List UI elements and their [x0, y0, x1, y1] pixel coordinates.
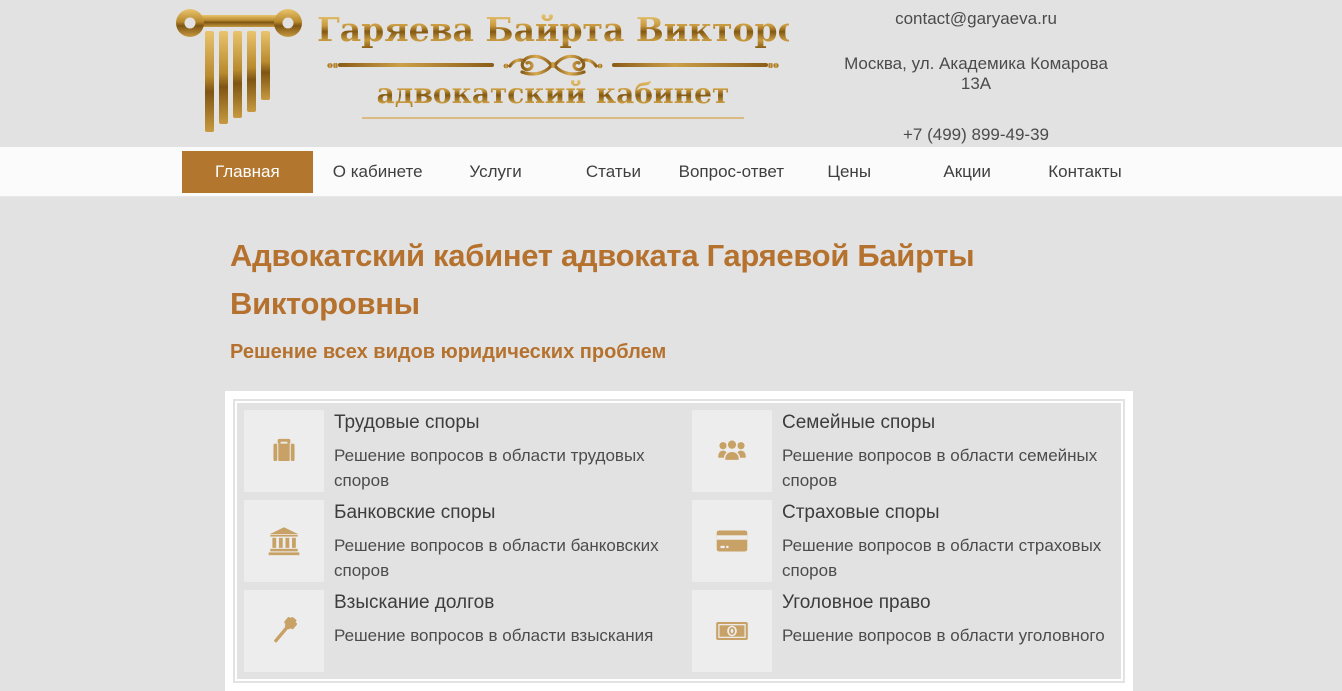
gavel-icon [265, 612, 303, 650]
service-description: Решение вопросов в области уголовного [782, 623, 1130, 648]
page-subtitle: Решение всех видов юридических проблем [230, 341, 1342, 364]
service-title: Взыскание долгов [334, 592, 682, 614]
briefcase-icon [265, 432, 303, 470]
nav-item-questions[interactable]: Вопрос-ответ [672, 162, 790, 182]
nav-item-about[interactable]: О кабинете [319, 162, 437, 182]
service-item-insurance-disputes[interactable]: Страховые споры Решение вопросов в облас… [692, 500, 1130, 583]
services-panel: Трудовые споры Решение вопросов в област… [225, 391, 1133, 691]
service-text: Банковские споры Решение вопросов в обла… [334, 500, 682, 583]
service-icon-tile [244, 410, 324, 492]
service-item-banking-disputes[interactable]: Банковские споры Решение вопросов в обла… [244, 500, 682, 583]
service-description: Решение вопросов в области трудовых спор… [334, 443, 682, 493]
service-title: Трудовые споры [334, 412, 682, 434]
logo-underline [362, 117, 744, 119]
service-title: Уголовное право [782, 592, 1130, 614]
main-navigation: Главная О кабинете Услуги Статьи Вопрос-… [0, 147, 1342, 197]
nav-item-promotions[interactable]: Акции [908, 162, 1026, 182]
service-icon-tile [692, 590, 772, 672]
flourish-ornament-icon [494, 50, 612, 80]
service-description: Решение вопросов в области банковских сп… [334, 533, 682, 583]
service-title: Семейные споры [782, 412, 1130, 434]
divider-end-cap-left [327, 61, 338, 70]
service-text: Взыскание долгов Решение вопросов в обла… [334, 590, 682, 672]
service-item-debt-collection[interactable]: Взыскание долгов Решение вопросов в обла… [244, 590, 682, 672]
nav-item-prices[interactable]: Цены [790, 162, 908, 182]
divider-line [338, 63, 494, 67]
service-item-labor-disputes[interactable]: Трудовые споры Решение вопросов в област… [244, 410, 682, 493]
service-icon-tile [692, 500, 772, 582]
service-icon-tile [244, 500, 324, 582]
users-icon [713, 432, 751, 470]
divider-line [612, 63, 768, 67]
credit-card-icon [713, 522, 751, 560]
nav-item-articles[interactable]: Статьи [555, 162, 673, 182]
nav-item-home[interactable]: Главная [182, 151, 313, 193]
service-description: Решение вопросов в области семейных спор… [782, 443, 1130, 493]
logo-subtitle: адвокатский кабинет [317, 77, 789, 110]
service-description: Решение вопросов в области взыскания [334, 623, 682, 648]
logo-text-block: Гаряева Байрта Викторовна [317, 4, 789, 136]
service-icon-tile [692, 410, 772, 492]
contact-address: Москва, ул. Академика Комарова 13А [830, 54, 1122, 94]
service-item-criminal-law[interactable]: Уголовное право Решение вопросов в облас… [692, 590, 1130, 672]
service-icon-tile [244, 590, 324, 672]
banknote-icon [713, 612, 751, 650]
service-title: Банковские споры [334, 502, 682, 524]
logo-title: Гаряева Байрта Викторовна [317, 12, 789, 48]
contact-email: contact@garyaeva.ru [830, 9, 1122, 29]
service-text: Семейные споры Решение вопросов в област… [782, 410, 1130, 493]
nav-item-services[interactable]: Услуги [437, 162, 555, 182]
column-logo-icon [175, 4, 303, 136]
site-logo[interactable]: Гаряева Байрта Викторовна [175, 4, 789, 136]
contact-phone: +7 (499) 899-49-39 [830, 125, 1122, 145]
service-text: Страховые споры Решение вопросов в облас… [782, 500, 1130, 583]
header: Гаряева Байрта Викторовна [0, 0, 1342, 147]
bank-icon [265, 522, 303, 560]
service-text: Уголовное право Решение вопросов в облас… [782, 590, 1130, 672]
main-content: Адвокатский кабинет адвоката Гаряевой Ба… [0, 232, 1342, 691]
nav-item-contacts[interactable]: Контакты [1026, 162, 1144, 182]
divider-end-cap-right [768, 61, 779, 70]
service-title: Страховые споры [782, 502, 1130, 524]
header-contacts: contact@garyaeva.ru Москва, ул. Академик… [830, 9, 1122, 145]
page-title: Адвокатский кабинет адвоката Гаряевой Ба… [230, 232, 1110, 328]
service-item-family-disputes[interactable]: Семейные споры Решение вопросов в област… [692, 410, 1130, 493]
service-description: Решение вопросов в области страховых спо… [782, 533, 1130, 583]
service-text: Трудовые споры Решение вопросов в област… [334, 410, 682, 493]
logo-divider [327, 50, 779, 80]
